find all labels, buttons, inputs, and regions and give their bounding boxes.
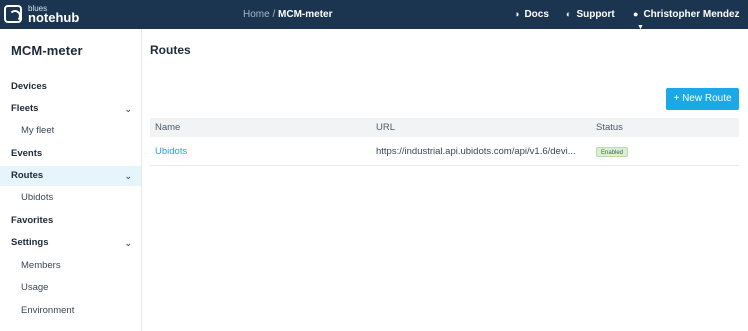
blues-logo-icon [4, 5, 22, 23]
route-name-link[interactable]: Ubidots [155, 137, 187, 166]
sidebar-item-label: Favorites [11, 215, 54, 226]
notehub-logo[interactable]: blues notehub [4, 3, 94, 26]
logo-bottom-text: notehub [28, 10, 80, 25]
main-content: Routes + New Route Name URL Status Ubido… [142, 29, 748, 331]
sidebar-item-ubidots[interactable]: Ubidots [0, 188, 141, 208]
sidebar-item-label: Members [21, 260, 61, 271]
breadcrumb-separator: / [269, 9, 279, 20]
chevron-down-icon[interactable]: ⌄ [124, 166, 132, 186]
sidebar-item-environment[interactable]: Environment [0, 301, 141, 321]
sidebar-item-label: Events [11, 148, 43, 159]
chevron-down-icon[interactable]: ⌄ [124, 233, 132, 253]
table-row[interactable]: Ubidots https://industrial.api.ubidots.c… [150, 137, 739, 166]
sidebar-item-label: My fleet [21, 125, 55, 136]
docs-icon: ◑ [514, 9, 520, 19]
breadcrumb-home[interactable]: Home [243, 9, 270, 20]
route-url: https://industrial.api.ubidots.com/api/v… [376, 146, 576, 157]
project-title: MCM-meter [11, 43, 83, 58]
sidebar-item-devices[interactable]: Devices [0, 77, 141, 97]
sidebar-item-my-fleet[interactable]: My fleet [0, 121, 141, 141]
sidebar-item-label: Fleets [11, 103, 39, 114]
sidebar-item-settings[interactable]: Settings ⌄ [0, 233, 141, 253]
sidebar-item-label: Devices [11, 81, 47, 92]
table-header: Name URL Status [150, 118, 739, 137]
sidebar-item-label: Environment [21, 305, 75, 316]
sidebar-item-label: Routes [11, 170, 44, 181]
page-title: Routes [150, 43, 191, 57]
docs-link[interactable]: ◑ Docs [514, 8, 549, 21]
sidebar-item-favorites[interactable]: Favorites [0, 211, 141, 231]
sidebar-item-label: Ubidots [21, 192, 54, 203]
docs-label: Docs [524, 9, 549, 20]
support-label: Support [576, 9, 615, 20]
sidebar: MCM-meter Devices Fleets ⌄ My fleet Even… [0, 29, 142, 331]
column-header-status[interactable]: Status [596, 118, 623, 137]
sidebar-item-label: Usage [21, 282, 49, 293]
support-icon: ◐ [566, 9, 572, 19]
new-route-button[interactable]: + New Route [666, 88, 739, 110]
top-bar: blues notehub Home / MCM-meter ◑ Docs ◐ Su… [0, 0, 748, 31]
user-name: Christopher Mendez [643, 9, 740, 20]
column-header-name[interactable]: Name [155, 118, 180, 137]
status-badge: Enabled [596, 147, 629, 157]
sidebar-item-routes[interactable]: Routes ⌄ [0, 166, 141, 186]
breadcrumb-current: MCM-meter [278, 9, 333, 20]
support-link[interactable]: ◐ Support [566, 8, 615, 21]
column-header-url[interactable]: URL [376, 118, 395, 137]
sidebar-item-usage[interactable]: Usage [0, 278, 141, 298]
breadcrumb: Home / MCM-meter [243, 8, 332, 21]
sidebar-item-label: Settings [11, 237, 49, 248]
sidebar-item-events[interactable]: Events [0, 144, 141, 164]
user-circle-icon: ● [633, 9, 639, 19]
chevron-down-icon[interactable]: ⌄ [124, 99, 132, 119]
sidebar-item-fleets[interactable]: Fleets ⌄ [0, 99, 141, 119]
sidebar-item-members[interactable]: Members [0, 256, 141, 276]
